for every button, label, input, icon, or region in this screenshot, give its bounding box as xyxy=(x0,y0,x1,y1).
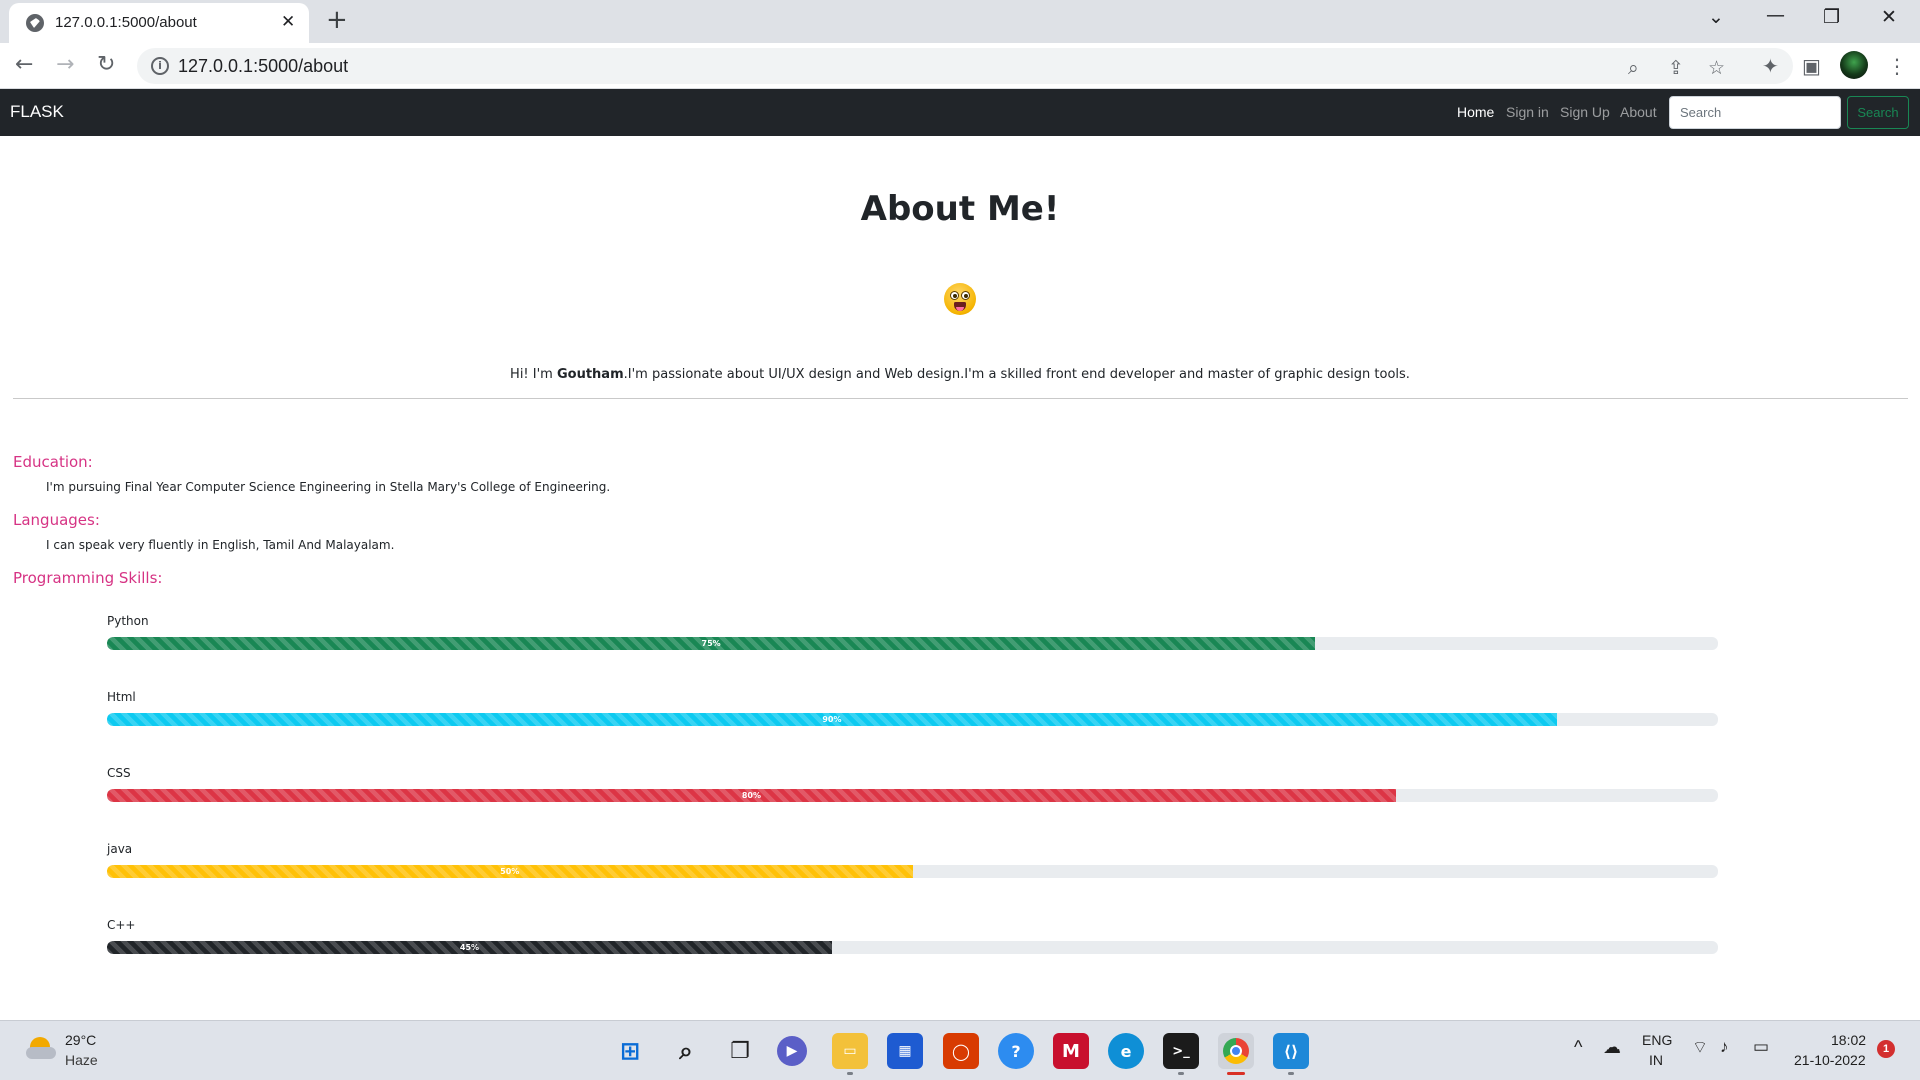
windows-taskbar: 29°C Haze ⊞ ⌕ ❐ ▶ ▭ ▦ ◯ ? M e >_ ⟨⟩ ^ ☁ … xyxy=(0,1020,1920,1080)
skill-percent-label: 80% xyxy=(741,791,761,800)
browser-toolbar: ← → ↻ i 127.0.0.1:5000/about ⌕ ⇪ ☆ ✦ ▣ ⋮ xyxy=(0,43,1920,89)
education-text: I'm pursuing Final Year Computer Science… xyxy=(46,480,611,494)
nav-link-sign-up[interactable]: Sign Up xyxy=(1560,104,1610,120)
skill-label-java: java xyxy=(107,842,133,856)
skill-label-html: Html xyxy=(107,690,136,704)
skill-progress-java: 50% xyxy=(107,865,1718,878)
intro-text: Hi! I'm Goutham.I'm passionate about UI/… xyxy=(0,367,1920,382)
tab-title: 127.0.0.1:5000/about xyxy=(55,14,197,31)
clock-date[interactable]: 21-10-2022 xyxy=(1794,1052,1866,1068)
weather-condition[interactable]: Haze xyxy=(65,1052,98,1068)
skill-percent-label: 45% xyxy=(459,943,480,952)
side-panel-icon[interactable]: ▣ xyxy=(1802,54,1821,78)
skill-progress-fill: 80% xyxy=(107,789,1396,802)
window-close-button[interactable]: ✕ xyxy=(1881,6,1897,28)
skill-progress-cpp: 45% xyxy=(107,941,1718,954)
skill-percent-label: 50% xyxy=(500,867,520,876)
show-hidden-icons-chevron-icon[interactable]: ^ xyxy=(1574,1037,1582,1058)
skill-percent-label: 75% xyxy=(701,639,721,648)
reload-icon[interactable]: ↻ xyxy=(97,52,115,77)
battery-icon[interactable]: ▭ xyxy=(1753,1037,1769,1057)
back-arrow-icon[interactable]: ← xyxy=(15,52,33,77)
page-title: About Me! xyxy=(860,189,1060,229)
intro-prefix: Hi! I'm xyxy=(510,367,557,382)
vscode-icon[interactable]: ⟨⟩ xyxy=(1273,1033,1309,1069)
grinning-face-emoji-icon xyxy=(944,283,976,315)
site-info-icon[interactable]: i xyxy=(151,57,169,75)
input-region[interactable]: IN xyxy=(1649,1052,1663,1068)
chat-icon[interactable]: ▶ xyxy=(777,1036,807,1066)
address-url[interactable]: 127.0.0.1:5000/about xyxy=(178,56,348,77)
app-running-indicator xyxy=(1178,1072,1184,1075)
browser-tab[interactable]: 127.0.0.1:5000/about ✕ xyxy=(9,3,309,43)
notification-badge[interactable]: 1 xyxy=(1877,1040,1895,1058)
nav-link-sign-in[interactable]: Sign in xyxy=(1506,104,1549,120)
app-running-indicator xyxy=(847,1072,853,1075)
skill-progress-fill: 50% xyxy=(107,865,913,878)
site-navbar: FLASK Home Sign in Sign Up About Search xyxy=(0,89,1920,136)
nav-link-about[interactable]: About xyxy=(1620,104,1657,120)
skill-progress-css: 80% xyxy=(107,789,1718,802)
search-icon[interactable]: ⌕ xyxy=(668,1033,704,1069)
terminal-icon[interactable]: >_ xyxy=(1163,1033,1199,1069)
languages-title: Languages: xyxy=(13,511,100,529)
start-windows-icon[interactable]: ⊞ xyxy=(612,1033,648,1069)
share-icon[interactable]: ⇪ xyxy=(1668,57,1684,79)
languages-text: I can speak very fluently in English, Ta… xyxy=(46,538,395,552)
input-language[interactable]: ENG xyxy=(1642,1032,1672,1048)
skill-progress-python: 75% xyxy=(107,637,1718,650)
clock-time[interactable]: 18:02 xyxy=(1831,1032,1866,1048)
onedrive-cloud-icon[interactable]: ☁ xyxy=(1603,1037,1621,1058)
navbar-brand[interactable]: FLASK xyxy=(10,102,64,122)
wifi-icon[interactable]: ⌔ xyxy=(1692,1037,1708,1058)
intro-suffix: .I'm passionate about UI/UX design and W… xyxy=(623,367,1410,382)
weather-temperature[interactable]: 29°C xyxy=(65,1032,96,1048)
address-bar[interactable]: i 127.0.0.1:5000/about ⌕ ⇪ ☆ xyxy=(137,48,1793,84)
nav-link-home[interactable]: Home xyxy=(1457,104,1494,120)
browser-tab-strip: 127.0.0.1:5000/about ✕ + ⌄ — ❐ ✕ xyxy=(0,0,1920,43)
search-input[interactable] xyxy=(1669,96,1841,129)
app-active-indicator xyxy=(1227,1072,1245,1075)
skill-label-python: Python xyxy=(107,614,149,628)
skill-progress-fill: 75% xyxy=(107,637,1316,650)
task-view-icon[interactable]: ❐ xyxy=(722,1033,758,1069)
profile-avatar[interactable] xyxy=(1840,51,1868,79)
extensions-icon[interactable]: ✦ xyxy=(1762,54,1779,78)
globe-icon xyxy=(26,14,44,32)
restore-button[interactable]: ❐ xyxy=(1823,6,1840,28)
intro-name: Goutham xyxy=(556,367,624,382)
office-icon[interactable]: ◯ xyxy=(943,1033,979,1069)
education-title: Education: xyxy=(13,453,93,471)
skill-label-cpp: C++ xyxy=(107,918,136,932)
close-tab-icon[interactable]: ✕ xyxy=(281,12,295,32)
file-explorer-icon[interactable]: ▭ xyxy=(832,1033,868,1069)
microsoft-store-icon[interactable]: ▦ xyxy=(887,1033,923,1069)
search-button[interactable]: Search xyxy=(1847,96,1909,129)
skill-progress-html: 90% xyxy=(107,713,1718,726)
skill-progress-fill: 45% xyxy=(107,941,832,954)
edge-icon[interactable]: e xyxy=(1108,1033,1144,1069)
tab-search-chevron-icon[interactable]: ⌄ xyxy=(1708,6,1724,28)
skill-percent-label: 90% xyxy=(822,715,842,724)
menu-kebab-icon[interactable]: ⋮ xyxy=(1887,54,1907,78)
volume-icon[interactable]: ♪ xyxy=(1720,1037,1729,1057)
get-help-icon[interactable]: ? xyxy=(998,1033,1034,1069)
bookmark-star-icon[interactable]: ☆ xyxy=(1708,57,1725,79)
chrome-icon[interactable] xyxy=(1218,1033,1254,1069)
skill-label-css: CSS xyxy=(107,766,131,780)
minimize-button[interactable]: — xyxy=(1766,4,1785,26)
zoom-icon[interactable]: ⌕ xyxy=(1628,57,1639,79)
new-tab-button[interactable]: + xyxy=(326,5,348,35)
forward-arrow-icon[interactable]: → xyxy=(56,52,74,77)
screen: 127.0.0.1:5000/about ✕ + ⌄ — ❐ ✕ ← → ↻ i… xyxy=(0,0,1920,1080)
programming-skills-title: Programming Skills: xyxy=(13,569,163,587)
app-running-indicator xyxy=(1288,1072,1294,1075)
mcafee-icon[interactable]: M xyxy=(1053,1033,1089,1069)
divider xyxy=(13,398,1908,399)
skill-progress-fill: 90% xyxy=(107,713,1557,726)
weather-haze-icon[interactable] xyxy=(26,1037,56,1059)
